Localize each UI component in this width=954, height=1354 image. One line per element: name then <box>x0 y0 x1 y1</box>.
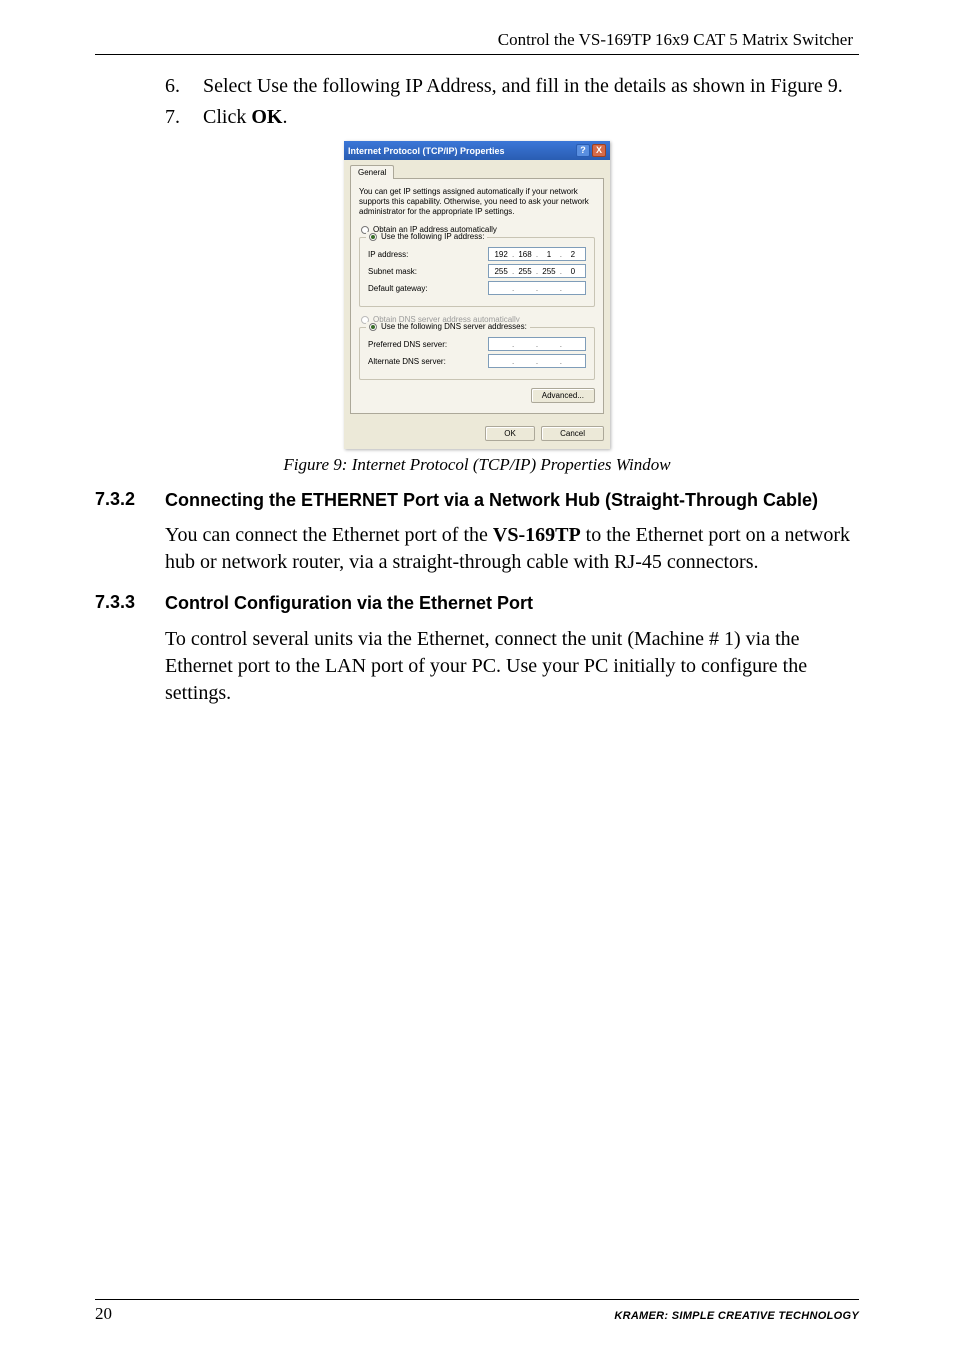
text-bold: VS-169TP <box>493 524 581 546</box>
ip-octet: 255 <box>491 267 511 276</box>
field-ip-address: IP address: 192. 168. 1. 2 <box>368 247 586 261</box>
ip-dot: . <box>559 284 563 293</box>
ip-dot: . <box>535 340 539 349</box>
radio-use-following-dns[interactable]: Use the following DNS server addresses: <box>366 322 530 331</box>
dialog-description: You can get IP settings assigned automat… <box>359 187 595 217</box>
alternate-dns-input[interactable]: . . . <box>488 354 586 368</box>
ip-dot: . <box>511 357 515 366</box>
list-text: Select Use the following IP Address, and… <box>203 73 859 100</box>
advanced-row: Advanced... <box>359 388 595 403</box>
label-gateway: Default gateway: <box>368 284 488 293</box>
field-alternate-dns: Alternate DNS server: . . . <box>368 354 586 368</box>
subnet-mask-input[interactable]: 255. 255. 255. 0 <box>488 264 586 278</box>
ip-octet: 1 <box>539 250 559 259</box>
section-heading-733: 7.3.3 Control Configuration via the Ethe… <box>95 592 859 615</box>
dialog-titlebar: Internet Protocol (TCP/IP) Properties ? … <box>344 141 610 160</box>
field-preferred-dns: Preferred DNS server: . . . <box>368 337 586 351</box>
ip-octet: 2 <box>563 250 583 259</box>
titlebar-buttons: ? X <box>576 144 606 157</box>
dialog-footer: OK Cancel <box>344 420 610 449</box>
ip-octet: 255 <box>515 267 535 276</box>
gateway-input[interactable]: . . . <box>488 281 586 295</box>
dialog-body: General You can get IP settings assigned… <box>344 160 610 420</box>
page-number: 20 <box>95 1304 112 1324</box>
figure-caption: Figure 9: Internet Protocol (TCP/IP) Pro… <box>95 455 859 475</box>
field-gateway: Default gateway: . . . <box>368 281 586 295</box>
cancel-button[interactable]: Cancel <box>541 426 604 441</box>
tab-general[interactable]: General <box>350 165 394 179</box>
radio-label: Use the following DNS server addresses: <box>381 322 527 331</box>
radio-use-following-ip[interactable]: Use the following IP address: <box>366 232 487 241</box>
list-number: 6. <box>165 73 203 100</box>
ip-dot: . <box>535 284 539 293</box>
ok-button[interactable]: OK <box>485 426 535 441</box>
section-732-paragraph: You can connect the Ethernet port of the… <box>165 522 859 576</box>
ip-dot: . <box>559 340 563 349</box>
advanced-button[interactable]: Advanced... <box>531 388 595 403</box>
radio-icon <box>369 233 377 241</box>
tab-panel: You can get IP settings assigned automat… <box>350 178 604 414</box>
list-text: Click OK. <box>203 104 859 131</box>
ip-dot: . <box>535 357 539 366</box>
ip-octet: 255 <box>539 267 559 276</box>
close-icon[interactable]: X <box>592 144 606 157</box>
label-subnet: Subnet mask: <box>368 267 488 276</box>
label-ip: IP address: <box>368 250 488 259</box>
list-number: 7. <box>165 104 203 131</box>
label-alt-dns: Alternate DNS server: <box>368 357 488 366</box>
ip-dot: . <box>559 357 563 366</box>
label-pref-dns: Preferred DNS server: <box>368 340 488 349</box>
list-item-6: 6. Select Use the following IP Address, … <box>165 73 859 100</box>
ip-octet: 0 <box>563 267 583 276</box>
section-title: Control Configuration via the Ethernet P… <box>165 592 859 615</box>
ip-address-input[interactable]: 192. 168. 1. 2 <box>488 247 586 261</box>
page-header: Control the VS-169TP 16x9 CAT 5 Matrix S… <box>95 30 859 55</box>
ip-octet: 168 <box>515 250 535 259</box>
footer-brand: KRAMER: SIMPLE CREATIVE TECHNOLOGY <box>614 1310 859 1322</box>
dialog-title: Internet Protocol (TCP/IP) Properties <box>348 146 505 156</box>
tcpip-dialog: Internet Protocol (TCP/IP) Properties ? … <box>344 141 610 449</box>
figure-area: Internet Protocol (TCP/IP) Properties ? … <box>95 141 859 475</box>
section-number: 7.3.2 <box>95 489 165 512</box>
text-pre: Click <box>203 106 251 128</box>
section-733-paragraph: To control several units via the Etherne… <box>165 626 859 707</box>
instruction-list: 6. Select Use the following IP Address, … <box>165 73 859 131</box>
preferred-dns-input[interactable]: . . . <box>488 337 586 351</box>
section-number: 7.3.3 <box>95 592 165 615</box>
field-subnet: Subnet mask: 255. 255. 255. 0 <box>368 264 586 278</box>
text-bold: OK <box>251 106 282 128</box>
list-item-7: 7. Click OK. <box>165 104 859 131</box>
page-footer: 20 KRAMER: SIMPLE CREATIVE TECHNOLOGY <box>95 1299 859 1324</box>
group-use-ip: Use the following IP address: IP address… <box>359 237 595 307</box>
header-title: Control the VS-169TP 16x9 CAT 5 Matrix S… <box>498 30 853 49</box>
group-use-dns: Use the following DNS server addresses: … <box>359 327 595 380</box>
section-title: Connecting the ETHERNET Port via a Netwo… <box>165 489 859 512</box>
help-icon[interactable]: ? <box>576 144 590 157</box>
text-pre: You can connect the Ethernet port of the <box>165 524 493 546</box>
ip-dot: . <box>511 284 515 293</box>
radio-icon <box>369 323 377 331</box>
radio-label: Use the following IP address: <box>381 232 484 241</box>
section-heading-732: 7.3.2 Connecting the ETHERNET Port via a… <box>95 489 859 512</box>
ip-dot: . <box>511 340 515 349</box>
ip-octet: 192 <box>491 250 511 259</box>
text-post: . <box>282 106 287 128</box>
